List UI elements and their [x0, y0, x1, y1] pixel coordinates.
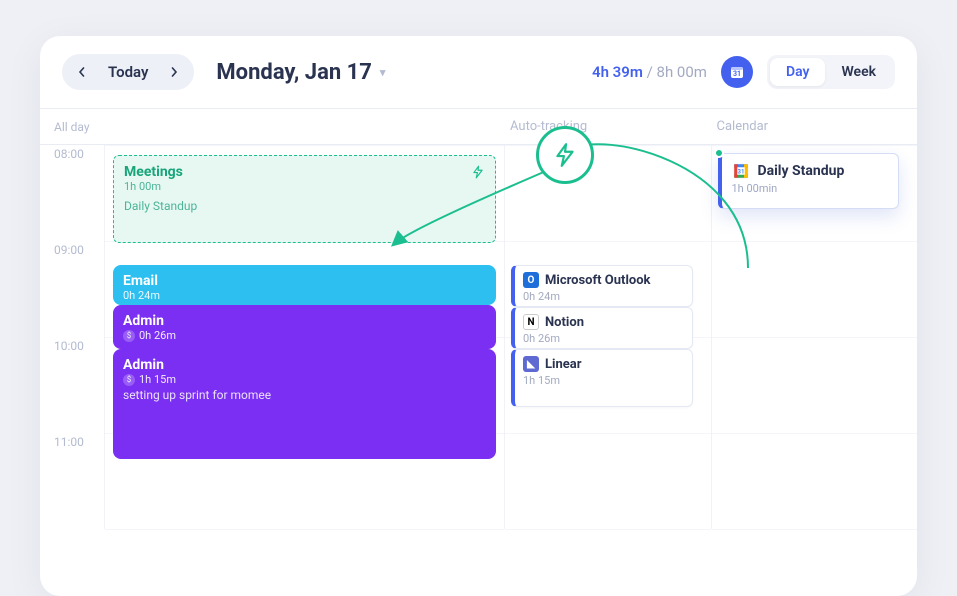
- bolt-badge: [536, 126, 594, 184]
- prev-day-button[interactable]: [68, 58, 96, 86]
- hour-label: 10:00: [40, 337, 104, 433]
- autotrack-app-card[interactable]: O Microsoft Outlook 0h 24m: [511, 265, 693, 307]
- hour-gridline: [505, 241, 711, 242]
- app-icon: ◣: [523, 356, 539, 372]
- autotrack-app-card[interactable]: N Notion 0h 26m: [511, 307, 693, 349]
- entry-note: setting up sprint for momee: [123, 388, 486, 402]
- entry-duration: 0h 24m: [123, 289, 486, 302]
- entry-title: Admin: [123, 357, 486, 373]
- entry-duration: $1h 15m: [123, 373, 486, 386]
- hour-gridline: [505, 433, 711, 434]
- next-day-button[interactable]: [160, 58, 188, 86]
- view-week-button[interactable]: Week: [825, 58, 892, 86]
- date-title[interactable]: Monday, Jan 17 ▾: [216, 60, 385, 85]
- hours-done: 4h 39m: [592, 63, 643, 81]
- app-card: Today Monday, Jan 17 ▾ 4h 39m / 8h 00m 3…: [40, 36, 917, 596]
- allday-label: All day: [40, 120, 104, 134]
- hour-gridline: [712, 529, 918, 530]
- app-duration: 0h 24m: [523, 290, 684, 303]
- allday-row: All day Auto-tracking Calendar: [40, 109, 917, 145]
- autotracking-lane: O Microsoft Outlook 0h 24m N Notion 0h 26m ◣ Li…: [504, 145, 711, 529]
- coin-icon: $: [123, 330, 135, 342]
- header-right: 4h 39m / 8h 00m 31 Day Week: [592, 55, 895, 89]
- entry-duration: $0h 26m: [123, 329, 486, 342]
- view-day-button[interactable]: Day: [770, 58, 826, 86]
- timeline-grid: All day Auto-tracking Calendar 08:0009:0…: [40, 108, 917, 529]
- hour-gridline: [505, 145, 711, 146]
- app-name: Microsoft Outlook: [545, 273, 651, 288]
- event-duration: 1h 00min: [732, 182, 889, 195]
- caret-down-icon: ▾: [380, 66, 386, 79]
- hour-gridline: [712, 241, 918, 242]
- time-gutter: 08:0009:0010:0011:00: [40, 145, 104, 529]
- drop-title: Meetings: [124, 164, 183, 180]
- app-name: Linear: [545, 357, 582, 372]
- chevron-right-icon: [169, 67, 179, 77]
- drop-duration: 1h 00m: [124, 180, 485, 193]
- hours-summary: 4h 39m / 8h 00m: [592, 63, 707, 81]
- bolt-icon: [552, 142, 578, 168]
- hours-total-sep: /: [647, 63, 657, 81]
- app-duration: 1h 15m: [523, 374, 684, 387]
- app-icon: O: [523, 272, 539, 288]
- tracked-entry[interactable]: Admin$0h 26m: [113, 305, 496, 349]
- tracked-entry[interactable]: Email0h 24m: [113, 265, 496, 305]
- autotrack-app-card[interactable]: ◣ Linear 1h 15m: [511, 349, 693, 407]
- date-text: Monday, Jan 17: [216, 60, 372, 85]
- svg-text:31: 31: [733, 70, 741, 78]
- timeline-body: 08:0009:0010:0011:00 Meetings1h 00m Daily…: [40, 145, 917, 529]
- drop-note: Daily Standup: [124, 199, 485, 213]
- calendar-icon: 31: [729, 64, 745, 80]
- date-nav-pill: Today: [62, 54, 194, 90]
- calendar-button[interactable]: 31: [721, 56, 753, 88]
- calendar-column-label: Calendar: [711, 119, 918, 134]
- hour-gridline: [712, 337, 918, 338]
- bolt-icon: [471, 165, 485, 179]
- chevron-left-icon: [77, 67, 87, 77]
- hour-gridline: [712, 145, 918, 146]
- hour-gridline: [712, 433, 918, 434]
- event-title: Daily Standup: [758, 163, 845, 179]
- app-name: Notion: [545, 315, 584, 330]
- hours-total: 8h 00m: [657, 63, 707, 81]
- hour-gridline: [505, 529, 711, 530]
- google-calendar-icon: 31: [732, 162, 750, 180]
- app-icon: N: [523, 314, 539, 330]
- entry-title: Admin: [123, 313, 486, 329]
- hour-gridline: [105, 529, 504, 530]
- app-duration: 0h 26m: [523, 332, 684, 345]
- view-toggle: Day Week: [767, 55, 895, 89]
- tracked-lane[interactable]: Meetings1h 00mDaily StandupEmail0h 24mAd…: [104, 145, 504, 529]
- calendar-lane: 31 Daily Standup 1h 00min: [711, 145, 918, 529]
- entry-title: Email: [123, 273, 486, 289]
- tracked-entry[interactable]: Admin$1h 15m setting up sprint for momee: [113, 349, 496, 459]
- header: Today Monday, Jan 17 ▾ 4h 39m / 8h 00m 3…: [40, 36, 917, 104]
- hour-label: 11:00: [40, 433, 104, 529]
- hour-label: 09:00: [40, 241, 104, 337]
- hour-label: 08:00: [40, 145, 104, 241]
- calendar-event-card[interactable]: 31 Daily Standup 1h 00min: [718, 153, 900, 209]
- autotracking-column-label: Auto-tracking: [504, 119, 711, 134]
- event-origin-dot: [714, 148, 724, 158]
- hour-gridline: [105, 145, 504, 146]
- svg-text:31: 31: [737, 168, 744, 175]
- today-button[interactable]: Today: [98, 63, 158, 81]
- meetings-drop-target[interactable]: Meetings1h 00m Daily Standup: [113, 155, 496, 243]
- coin-icon: $: [123, 374, 135, 386]
